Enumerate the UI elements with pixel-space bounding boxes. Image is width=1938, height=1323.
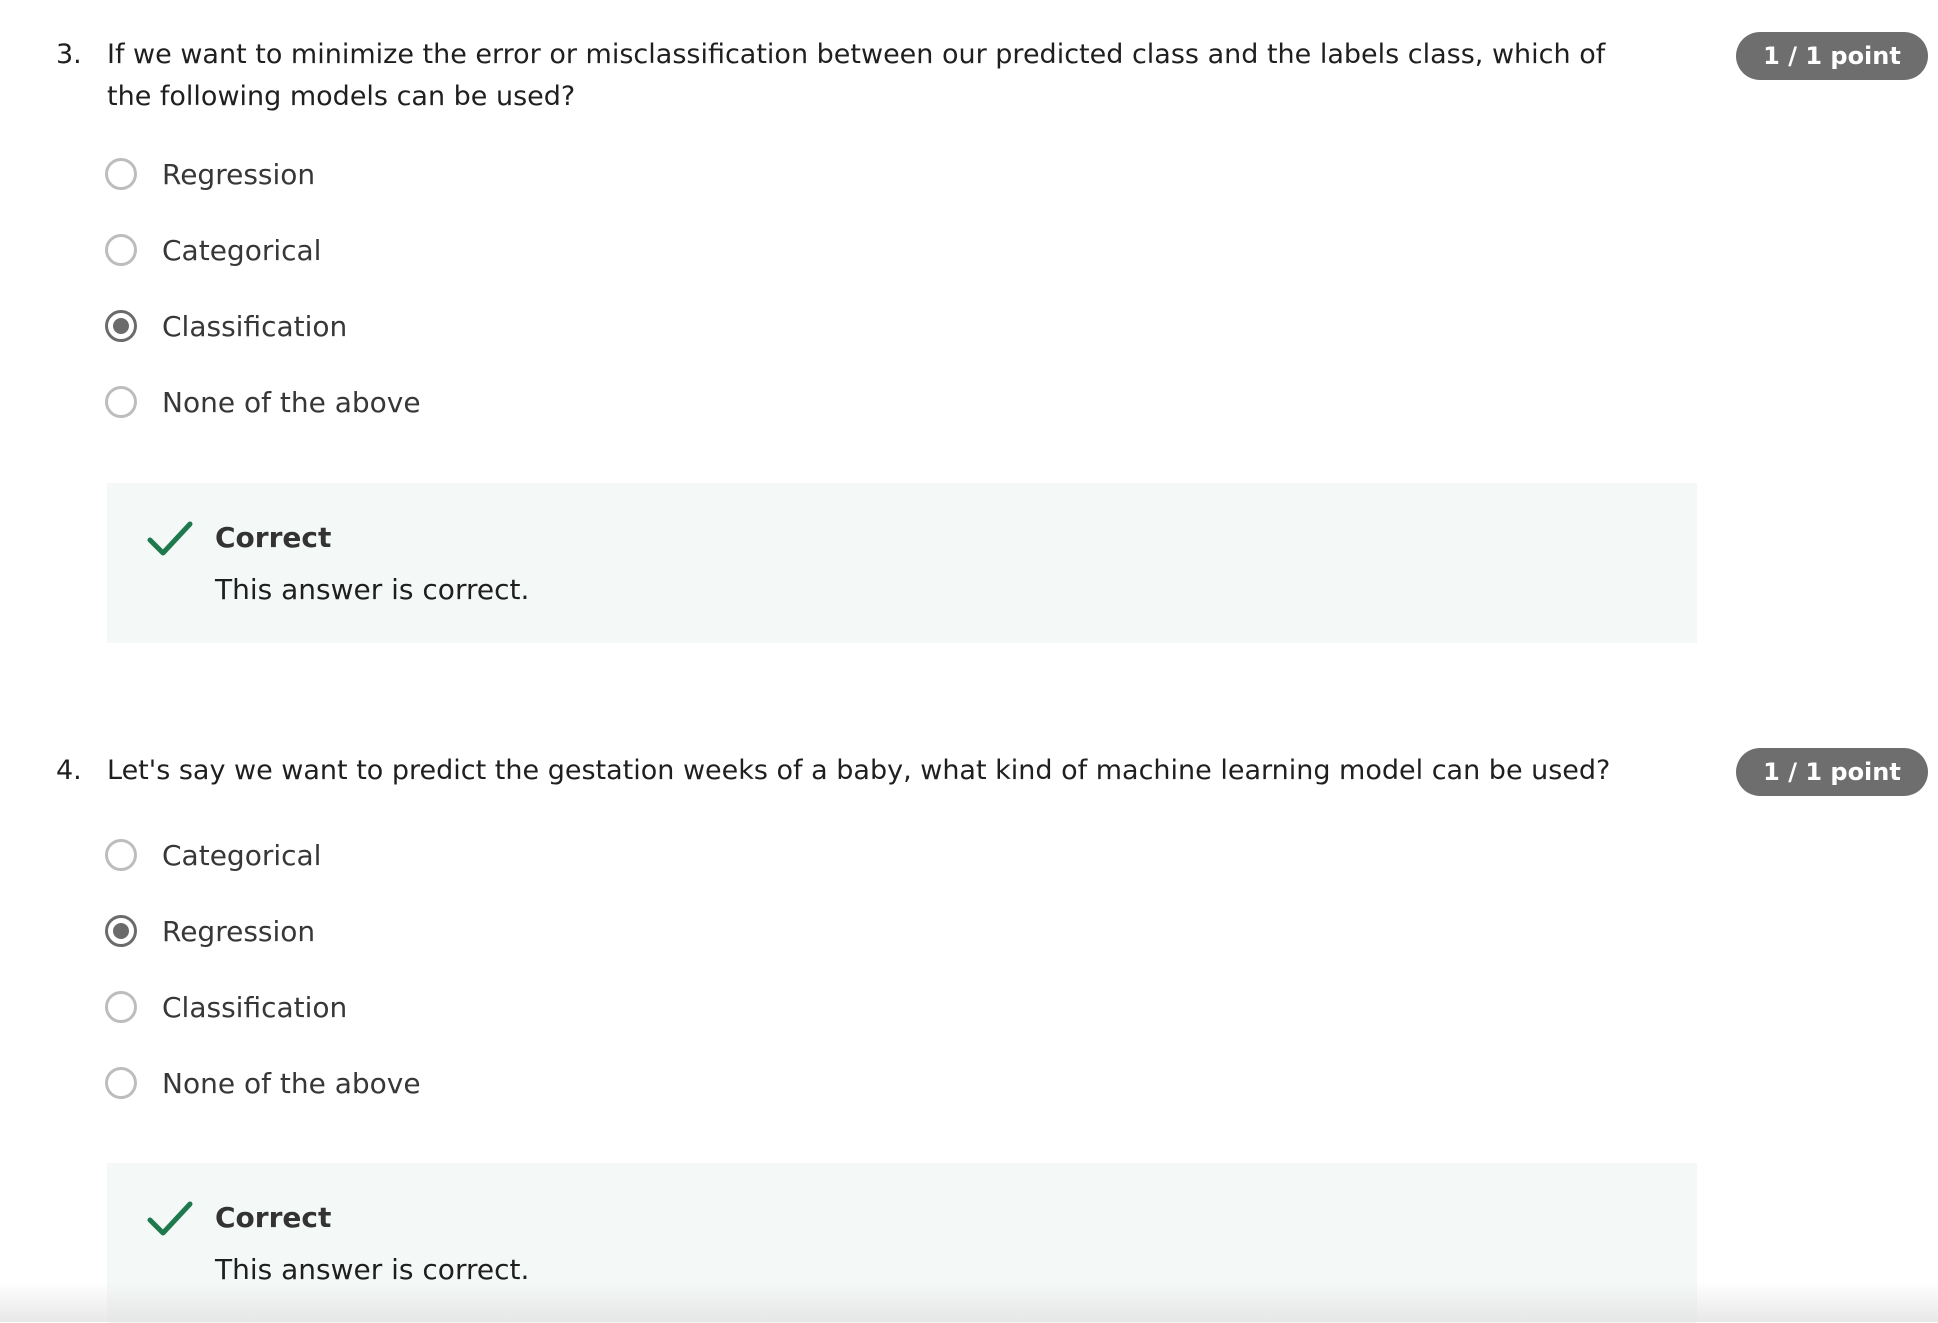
question-number: 3. (56, 39, 82, 70)
checkmark-icon (147, 1201, 193, 1236)
answer-option[interactable]: Regression (105, 152, 315, 196)
option-label: Regression (162, 914, 316, 948)
option-label: Categorical (162, 838, 322, 872)
radio-button[interactable] (105, 234, 137, 266)
answer-option[interactable]: Classification (105, 985, 347, 1029)
radio-button[interactable] (105, 839, 137, 871)
option-label: None of the above (162, 1066, 421, 1100)
answer-option-selected[interactable]: Regression (105, 909, 315, 953)
radio-button[interactable] (105, 158, 137, 190)
radio-button[interactable] (105, 386, 137, 418)
answer-option[interactable]: None of the above (105, 380, 421, 424)
points-badge: 1 / 1 point (1736, 748, 1928, 796)
option-label: Classification (162, 990, 348, 1024)
checkmark-icon (147, 521, 193, 556)
radio-button-selected[interactable] (105, 915, 137, 947)
question-number: 4. (56, 755, 82, 786)
question-text: Let's say we want to predict the gestati… (107, 755, 1611, 786)
feedback-panel: Correct This answer is correct. (107, 483, 1697, 643)
option-label: None of the above (162, 385, 421, 419)
feedback-title: Correct (215, 1201, 332, 1234)
question-text: If we want to minimize the error or misc… (107, 39, 1606, 112)
option-label: Classification (162, 309, 348, 343)
option-label: Regression (162, 157, 316, 191)
radio-button-selected[interactable] (105, 310, 137, 342)
answer-option[interactable]: None of the above (105, 1061, 421, 1105)
scroll-fade (0, 1282, 1938, 1322)
radio-button[interactable] (105, 1067, 137, 1099)
answer-option-selected[interactable]: Classification (105, 304, 347, 348)
answer-option[interactable]: Categorical (105, 228, 321, 272)
feedback-text: This answer is correct. (215, 573, 530, 606)
feedback-title: Correct (215, 521, 332, 554)
points-badge: 1 / 1 point (1736, 32, 1928, 80)
radio-button[interactable] (105, 991, 137, 1023)
answer-option[interactable]: Categorical (105, 833, 321, 877)
option-label: Categorical (162, 233, 322, 267)
